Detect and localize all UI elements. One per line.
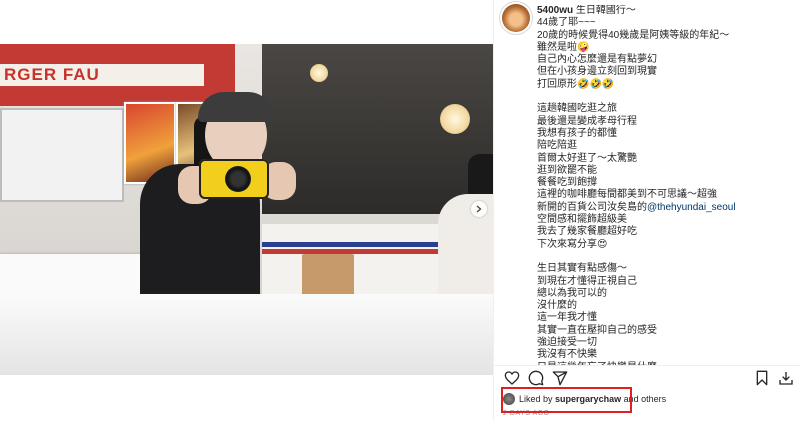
caption-line: [537, 251, 767, 263]
caption-line-text: 但在小孩身邊立刻回到現實: [537, 66, 657, 78]
caption-line-text: 下次來寫分享😍: [537, 238, 608, 250]
annotation-highlight-box: [501, 387, 632, 413]
caption-line-text: 這一年我才懂: [537, 312, 597, 324]
caption-line-text: 20歲的時候覺得40幾歲是阿姨等級的年紀～: [537, 29, 730, 41]
comment-button[interactable]: [528, 370, 544, 386]
caption-line-text: 空間感和擺飾超級美: [537, 214, 627, 226]
caption-line-text: 總以為我可以的: [537, 287, 607, 299]
camera-lens: [225, 166, 251, 192]
caption-line: 這趟韓國吃逛之旅: [537, 103, 767, 115]
caption-line: 生日其實有點感傷～: [537, 263, 767, 275]
caption: 5400wu 生日韓國行～ 44歲了耶~~~ 20歲的時候覺得40幾歲是阿姨等級的…: [537, 5, 767, 385]
post-photo: RGER FAU: [0, 0, 493, 421]
caption-line-text: 自己內心怎麼還是有點夢幻: [537, 54, 657, 66]
caption-line: 空間感和擺飾超級美: [537, 214, 767, 226]
caption-line-text: 這裡的咖啡廳每間都美到不可思議～超強: [537, 189, 717, 201]
save-button[interactable]: [754, 370, 770, 386]
caption-line-text: 其實一直在壓抑自己的感受: [537, 324, 657, 336]
caption-line: 但在小孩身邊立刻回到現實: [537, 66, 767, 78]
caption-line: 餐餐吃到飽撐: [537, 177, 767, 189]
download-icon: [779, 372, 793, 385]
table: [0, 294, 493, 375]
comment-icon: [528, 370, 544, 386]
caption-line: 雖然是啦🤪: [537, 42, 767, 54]
caption-line: 新開的百貨公司汝矣島的@thehyundai_seoul: [537, 202, 767, 214]
caption-line-text: 44歲了耶~~~: [537, 17, 596, 29]
caption-line: 打回原形🤣🤣🤣: [537, 79, 767, 91]
caption-line: 首爾太好逛了～太驚艷: [537, 153, 767, 165]
caption-line-text: 我去了幾家餐廳超好吃: [537, 226, 637, 238]
caption-line-text: 生日其實有點感傷～: [537, 263, 627, 275]
next-slide-button[interactable]: [471, 201, 487, 217]
menu-board: [0, 108, 124, 202]
caption-line-text: 陪吃陪逛: [537, 140, 577, 152]
chevron-right-icon: [476, 205, 482, 213]
like-button[interactable]: [504, 370, 520, 386]
restaurant-scene: RGER FAU: [0, 44, 493, 375]
caption-line: 自己內心怎麼還是有點夢幻: [537, 54, 767, 66]
caption-line: 20歲的時候覺得40幾歲是阿姨等級的年紀～: [537, 30, 767, 42]
bookmark-icon: [756, 370, 768, 386]
heart-icon: [504, 371, 520, 385]
caption-line: 陪吃陪逛: [537, 140, 767, 152]
caption-line: 強迫接受一切: [537, 337, 767, 349]
pendant-lamp: [440, 104, 470, 134]
caption-line: 沒什麼的: [537, 300, 767, 312]
caption-line-text: 餐餐吃到飽撐: [537, 177, 597, 189]
caption-line-text: 我想有孩子的都懂: [537, 127, 617, 139]
username-link[interactable]: 5400wu: [537, 5, 573, 16]
send-icon: [552, 371, 568, 386]
caption-line: 我想有孩子的都懂: [537, 128, 767, 140]
caption-line-text: 我沒有不快樂: [537, 349, 597, 361]
caption-line: 逛到欲罷不能: [537, 165, 767, 177]
caption-body: 44歲了耶~~~ 20歲的時候覺得40幾歲是阿姨等級的年紀～ 雖然是啦🤪 自己內心怎麼…: [537, 17, 767, 385]
post-header: [502, 4, 537, 32]
post-sidebar: 5400wu 生日韓國行～ 44歲了耶~~~ 20歲的時候覺得40幾歲是阿姨等級的…: [493, 0, 800, 421]
caption-line: 這裡的咖啡廳每間都美到不可思議～超強: [537, 189, 767, 201]
caption-line-text: 強迫接受一切: [537, 337, 597, 349]
caption-line-text: 逛到欲罷不能: [537, 164, 597, 176]
caption-line: 最後還是變成孝母行程: [537, 116, 767, 128]
caption-line: 下次來寫分享😍: [537, 239, 767, 251]
caption-line: 44歲了耶~~~: [537, 17, 767, 29]
caption-line: 我去了幾家餐廳超好吃: [537, 226, 767, 238]
caption-line: 我沒有不快樂: [537, 349, 767, 361]
share-button[interactable]: [552, 370, 568, 386]
caption-line-text: 沒什麼的: [537, 300, 577, 312]
caption-line-text: 打回原形🤣🤣🤣: [537, 78, 615, 90]
burger-sign: RGER FAU: [0, 64, 204, 86]
caption-first-line: 生日韓國行～: [575, 5, 636, 16]
caption-line-text: 雖然是啦🤪: [537, 41, 590, 53]
caption-line-text: 最後還是變成孝母行程: [537, 115, 637, 127]
download-button[interactable]: [778, 370, 794, 386]
caption-line: 其實一直在壓抑自己的感受: [537, 325, 767, 337]
caption-line-text: 首爾太好逛了～太驚艷: [537, 152, 637, 164]
caption-line: 這一年我才懂: [537, 312, 767, 324]
pendant-lamp: [310, 64, 328, 82]
mention-link[interactable]: @thehyundai_seoul: [647, 202, 736, 213]
caption-line: 到現在才懂得正視自己: [537, 276, 767, 288]
caption-line: 總以為我可以的: [537, 288, 767, 300]
cap: [198, 92, 274, 122]
avatar[interactable]: [502, 4, 530, 32]
caption-line-text: 到現在才懂得正視自己: [537, 275, 637, 287]
caption-line: [537, 91, 767, 103]
caption-scroll[interactable]: 5400wu 生日韓國行～ 44歲了耶~~~ 20歲的時候覺得40幾歲是阿姨等級的…: [537, 5, 787, 385]
caption-line-text: 這趟韓國吃逛之旅: [537, 103, 617, 115]
caption-line-text: 新開的百貨公司汝矣島的: [537, 201, 647, 213]
